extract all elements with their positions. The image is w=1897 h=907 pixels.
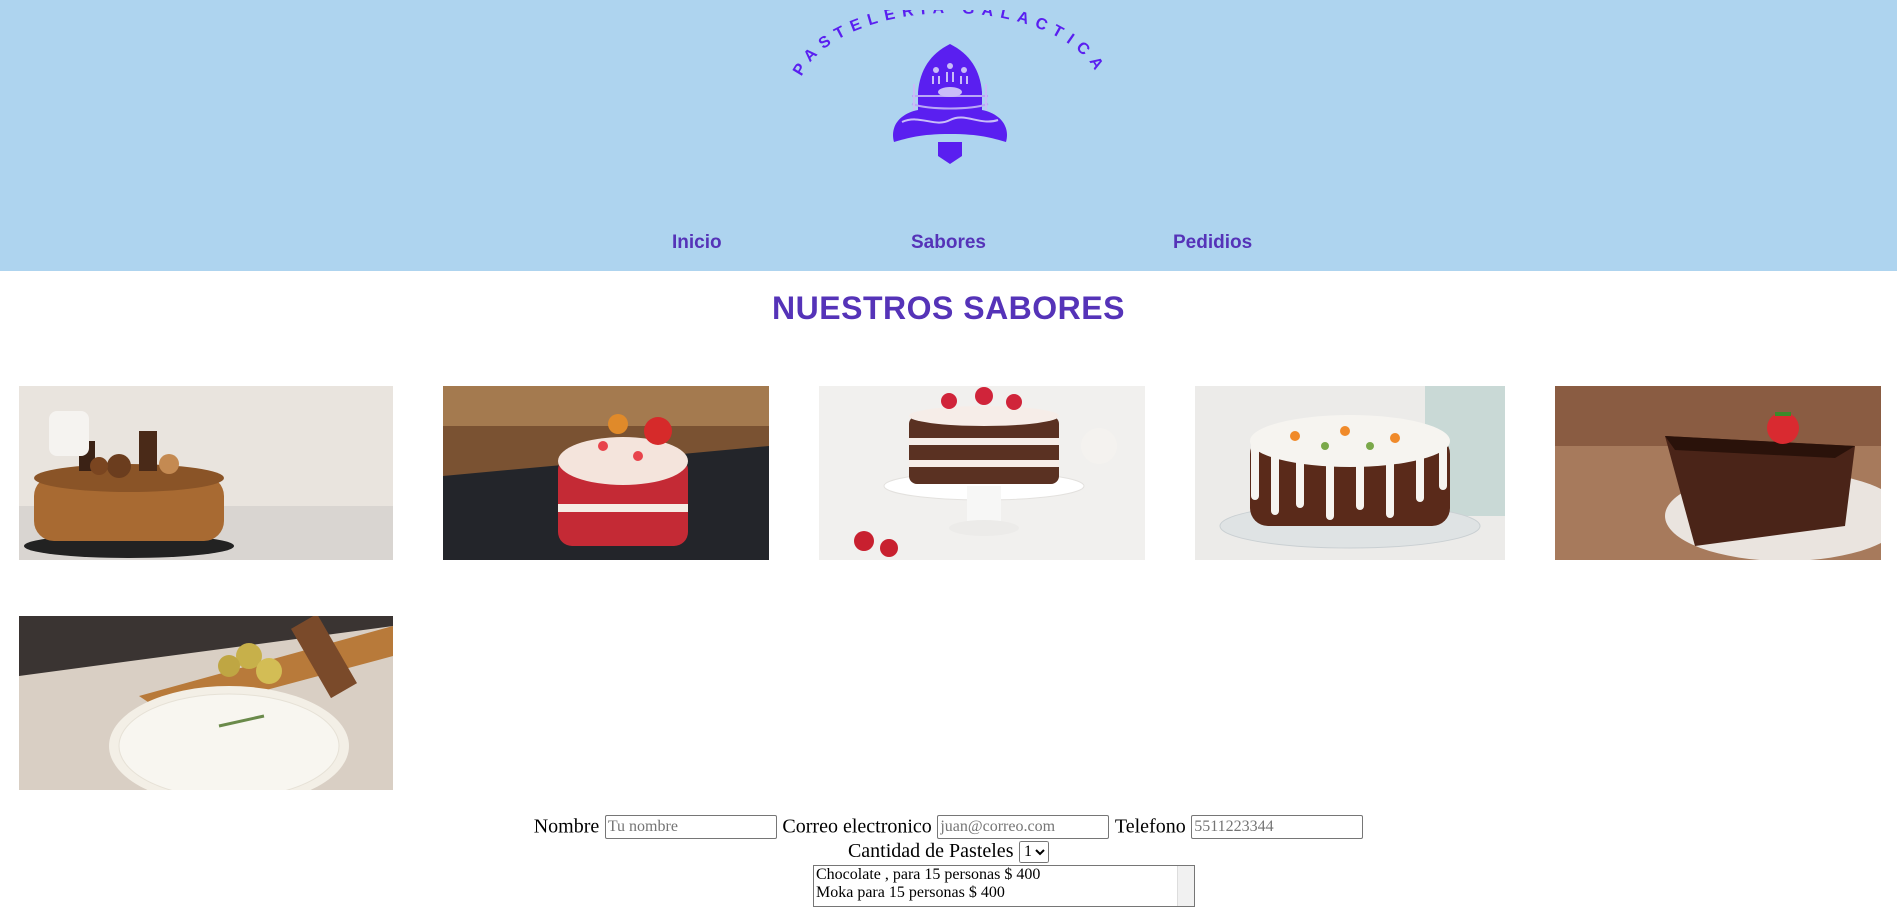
cheesecake-brie-image-icon [19, 616, 393, 790]
flavor-listbox[interactable]: Chocolate , para 15 personas $ 400 Moka … [813, 865, 1195, 907]
carrot-cake-image-icon [1195, 386, 1505, 560]
cake-image-red-velvet[interactable] [443, 386, 769, 560]
phone-input[interactable] [1191, 815, 1364, 839]
nav-inicio[interactable]: Inicio [672, 232, 722, 254]
section-title: NUESTROS SABORES [772, 290, 1125, 326]
red-velvet-cake-image-icon [443, 386, 769, 560]
name-input[interactable] [604, 815, 777, 839]
email-input[interactable] [937, 815, 1110, 839]
site-header: PASTELERÍA GALACTICA Inicio Sabores Pedi… [0, 0, 1897, 271]
cake-image-chocolate-slice[interactable] [1555, 386, 1881, 560]
flavor-option[interactable]: Chocolate , para 15 personas $ 400 [814, 866, 1194, 884]
nav-pedidios[interactable]: Pedidios [1173, 232, 1252, 254]
nav-sabores[interactable]: Sabores [911, 232, 986, 254]
email-label: Correo electronico [782, 815, 932, 838]
rocket-logo-icon: PASTELERÍA GALACTICA [790, 0, 1103, 164]
chocolate-cake-slice-image-icon [1555, 386, 1881, 560]
phone-label: Telefono [1114, 815, 1186, 838]
brand-logo[interactable]: PASTELERÍA GALACTICA [790, 0, 1110, 180]
chocolate-truffle-cake-image-icon [19, 386, 393, 560]
contact-fields-row: Nombre Correo electronico Telefono [0, 815, 1897, 839]
flavor-option[interactable]: Moka para 15 personas $ 400 [814, 884, 1194, 902]
cake-image-cheesecake[interactable] [19, 616, 393, 790]
listbox-scrollbar[interactable] [1177, 866, 1194, 906]
cake-image-chocolate-strawberry[interactable] [819, 386, 1145, 560]
name-label: Nombre [533, 815, 600, 838]
quantity-label: Cantidad de Pasteles [847, 840, 1014, 862]
cake-image-carrot[interactable] [1195, 386, 1505, 560]
cake-image-chocolate-truffle[interactable] [19, 386, 393, 560]
quantity-select[interactable]: 1 [1019, 840, 1050, 863]
quantity-row: Cantidad de Pasteles 1 [0, 840, 1897, 863]
chocolate-strawberry-layer-cake-image-icon [819, 386, 1145, 560]
